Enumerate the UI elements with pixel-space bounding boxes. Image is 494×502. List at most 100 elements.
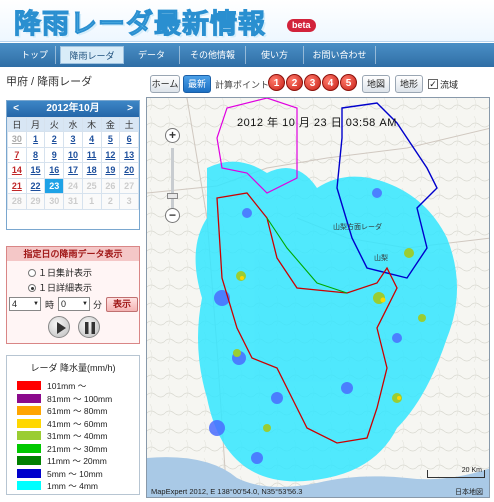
legend-label: 5mm ～ 10mm [47, 468, 103, 479]
legend-swatch [17, 481, 41, 490]
calendar-day[interactable]: 5 [100, 131, 121, 148]
legend-swatch [17, 468, 41, 478]
calendar-day[interactable]: 13 [119, 146, 139, 163]
zoom-in-button[interactable]: + [165, 128, 180, 143]
site-title: 降雨レーダ最新情報 [14, 9, 266, 40]
zoom-slider-handle[interactable] [167, 193, 178, 199]
legend-row: 31mm ～ 40mm [17, 431, 107, 442]
calendar: < 2012年10月 > 日 月 火 水 木 金 土 30 1 2 3 4 5 … [6, 100, 140, 230]
weekday-header: 金 [100, 117, 121, 132]
nav-data[interactable]: データ [124, 46, 180, 64]
calendar-day[interactable]: 17 [63, 162, 83, 179]
play-button[interactable] [48, 316, 70, 338]
map-view-button[interactable]: 地図 [362, 75, 390, 93]
weekday-header: 水 [63, 117, 83, 132]
calendar-day[interactable]: 10 [63, 146, 83, 163]
calendar-day[interactable]: 22 [25, 177, 46, 194]
zoom-slider-track[interactable] [171, 148, 174, 213]
daily-detail-label: １日詳細表示 [38, 283, 93, 293]
daily-summary-option[interactable]: １日集計表示 [28, 266, 92, 279]
calendar-day[interactable]: 9 [44, 146, 65, 163]
calendar-day: 27 [119, 177, 139, 194]
weekday-header: 火 [44, 117, 65, 132]
legend-row: 21mm ～ 30mm [17, 443, 107, 455]
date-display-panel: 指定日の降雨データ表示 [6, 246, 140, 344]
legend-label: 31mm ～ 40mm [47, 431, 108, 441]
legend-row: 101mm ～ [17, 381, 86, 392]
calendar-day[interactable]: 14 [7, 162, 27, 179]
legend-row: 1mm ～ 4mm [17, 481, 98, 492]
home-button[interactable]: ホーム [150, 75, 180, 93]
legend-row: 11mm ～ 20mm [17, 456, 107, 467]
calendar-day: 1 [81, 193, 102, 210]
calendar-day-selected[interactable]: 23 [44, 177, 65, 194]
map-credit: MapExpert 2012, E 138°00'54.0, N35°53'56… [151, 487, 303, 496]
nav-other-info[interactable]: その他情報 [180, 46, 246, 64]
nav-usage[interactable]: 使い方 [246, 46, 304, 64]
calc-points-label: 計算ポイント: [215, 80, 272, 90]
calc-point-5[interactable]: 5 [340, 74, 357, 91]
legend-row: 81mm ～ 100mm [17, 393, 112, 405]
minute-unit: 分 [93, 300, 103, 310]
legend-label: 41mm ～ 60mm [47, 418, 108, 429]
basin-checkbox-label: 流域 [440, 80, 459, 90]
radio-icon[interactable] [28, 269, 36, 277]
legend-label: 101mm ～ [47, 381, 87, 391]
legend-swatch [17, 393, 41, 403]
latest-button[interactable]: 最新 [183, 75, 211, 93]
nav-top[interactable]: トップ [14, 46, 56, 64]
calendar-day[interactable]: 30 [7, 131, 27, 148]
minute-select[interactable]: 0 [58, 297, 90, 311]
legend-label: 1mm ～ 4mm [47, 481, 99, 491]
calendar-day[interactable]: 15 [25, 162, 46, 179]
calc-point-1[interactable]: 1 [268, 74, 285, 91]
calendar-day: 28 [7, 193, 27, 210]
radar-map[interactable]: 2012 年 10 月 23 日 03:58 AM + − 山梨方面レーダ 山梨… [146, 97, 490, 498]
daily-detail-option[interactable]: １日詳細表示 [28, 281, 92, 294]
radar-map-canvas[interactable] [147, 98, 490, 498]
place-label: 山梨方面レーダ [333, 224, 382, 231]
show-button[interactable]: 表示 [106, 297, 138, 312]
calc-point-2[interactable]: 2 [286, 74, 303, 91]
calendar-day: 30 [44, 193, 65, 210]
calendar-day[interactable]: 7 [7, 146, 27, 163]
legend-title: レーダ 降水量(mm/h) [30, 363, 116, 373]
pause-button[interactable] [78, 316, 100, 338]
calendar-day[interactable]: 19 [100, 162, 121, 179]
calendar-day[interactable]: 4 [81, 131, 102, 148]
calendar-day[interactable]: 11 [81, 146, 102, 163]
legend-swatch [17, 406, 41, 415]
radio-selected-icon[interactable] [28, 284, 36, 292]
calendar-day[interactable]: 12 [100, 146, 121, 163]
calendar-next-button[interactable]: > [123, 101, 137, 117]
map-scale: 20 Km [427, 467, 485, 478]
calendar-day[interactable]: 3 [63, 131, 83, 148]
legend-swatch [17, 443, 41, 453]
calendar-day: 3 [119, 193, 139, 210]
calendar-month-title: 2012年10月 [46, 103, 100, 114]
calendar-day[interactable]: 16 [44, 162, 65, 179]
calendar-day[interactable]: 6 [119, 131, 139, 148]
calendar-day[interactable]: 8 [25, 146, 46, 163]
calendar-day[interactable]: 1 [25, 131, 46, 148]
nav-rain-radar[interactable]: 降雨レーダ [60, 46, 124, 64]
zoom-out-button[interactable]: − [165, 208, 180, 223]
calc-point-3[interactable]: 3 [304, 74, 321, 91]
calendar-day[interactable]: 2 [44, 131, 65, 148]
map-credit-right: 日本地図 [455, 489, 483, 496]
terrain-view-button[interactable]: 地形 [395, 75, 423, 93]
calendar-day: 24 [63, 177, 83, 194]
legend-label: 11mm ～ 20mm [47, 456, 107, 466]
nav-contact[interactable]: お問い合わせ [304, 46, 376, 64]
basin-checkbox[interactable]: ✓ [428, 79, 438, 89]
legend-row: 61mm ～ 80mm [17, 406, 107, 417]
hour-select[interactable]: 4 [9, 297, 41, 311]
calendar-day[interactable]: 20 [119, 162, 139, 179]
calc-point-4[interactable]: 4 [322, 74, 339, 91]
calendar-grid: 日 月 火 水 木 金 土 30 1 2 3 4 5 6 7 8 9 10 11… [7, 117, 139, 210]
hour-unit: 時 [45, 300, 55, 310]
legend-row: 5mm ～ 10mm [17, 468, 103, 480]
calendar-day[interactable]: 21 [7, 177, 27, 194]
calendar-prev-button[interactable]: < [9, 101, 23, 117]
calendar-day[interactable]: 18 [81, 162, 102, 179]
